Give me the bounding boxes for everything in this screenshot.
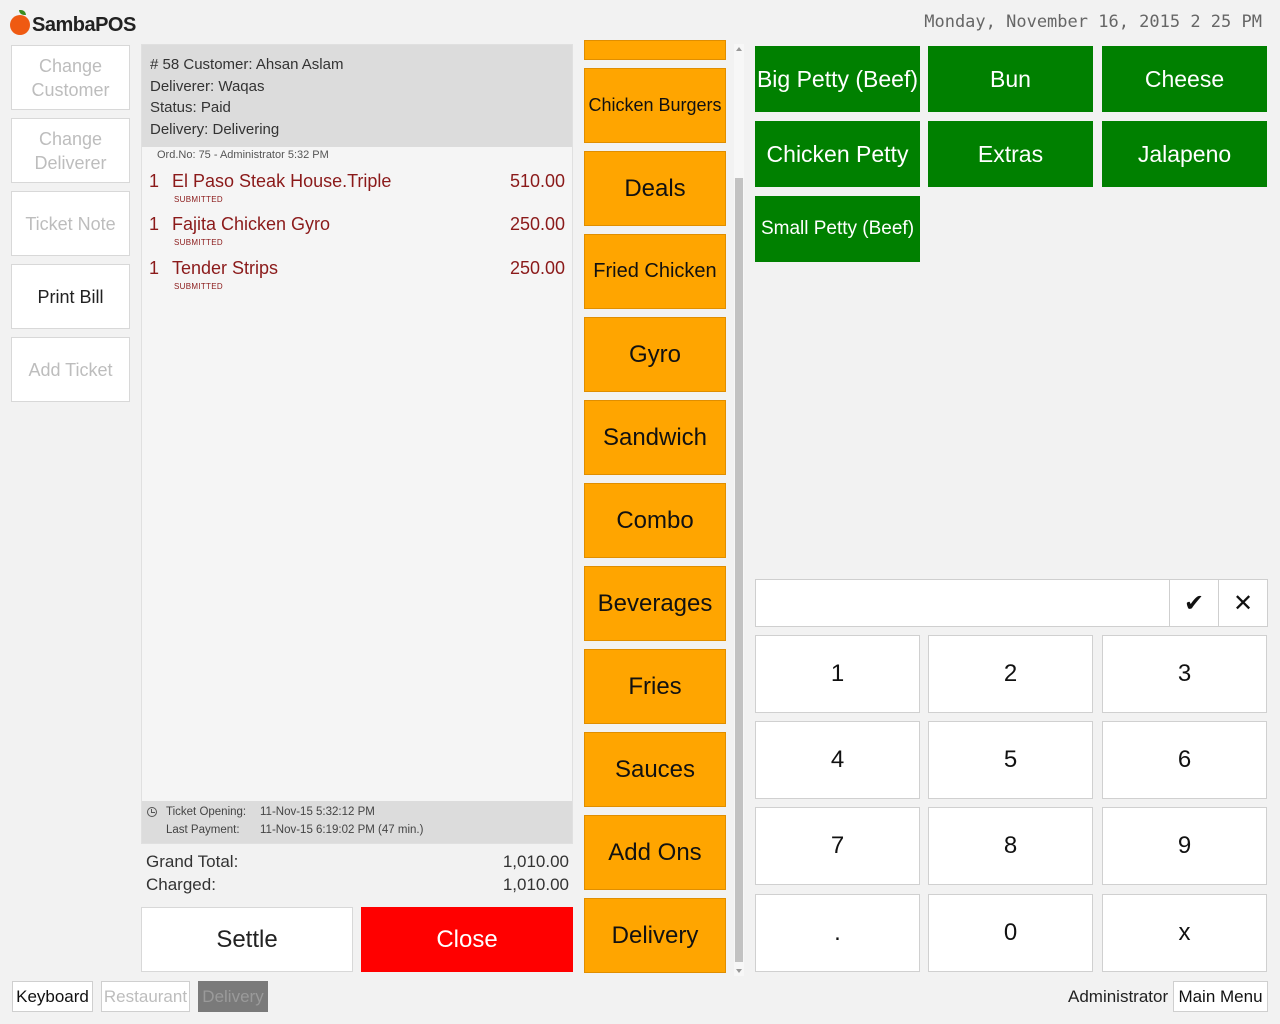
ticket-opening-value: 11-Nov-15 5:32:12 PM <box>260 806 375 818</box>
order-name: Fajita Chicken Gyro <box>172 214 331 234</box>
change-deliverer-button[interactable]: Change Deliverer <box>11 118 130 183</box>
sambapos-logo: SambaPOS <box>10 10 136 40</box>
ticket-totals: Grand Total: 1,010.00 Charged: 1,010.00 <box>146 852 569 898</box>
ticket-opening-label: Ticket Opening: <box>166 806 247 818</box>
category-sauces[interactable]: Sauces <box>584 732 726 807</box>
category-button-partial[interactable] <box>584 40 726 60</box>
last-payment-label: Last Payment: <box>166 824 240 836</box>
numpad-key-3[interactable]: 3 <box>1102 635 1267 713</box>
product-big-petty-beef[interactable]: Big Petty (Beef) <box>755 46 920 112</box>
order-status: SUBMITTED <box>174 195 223 204</box>
order-name: Tender Strips <box>172 258 279 278</box>
apple-logo-icon <box>10 10 30 35</box>
charged-value: 1,010.00 <box>502 875 569 894</box>
category-fries[interactable]: Fries <box>584 649 726 724</box>
ticket-footer: Ticket Opening: 11-Nov-15 5:32:12 PM Las… <box>142 801 572 843</box>
product-extras[interactable]: Extras <box>928 121 1093 187</box>
category-delivery[interactable]: Delivery <box>584 898 726 973</box>
ticket-header[interactable]: # 58 Customer: Ahsan Aslam Deliverer: Wa… <box>142 45 572 147</box>
product-small-petty-beef[interactable]: Small Petty (Beef) <box>755 196 920 262</box>
order-name: El Paso Steak House.Triple <box>172 171 392 191</box>
category-gyro[interactable]: Gyro <box>584 317 726 392</box>
grand-total-label: Grand Total: <box>146 852 239 871</box>
print-bill-button[interactable]: Print Bill <box>11 264 130 329</box>
ticket-deliverer: Deliverer: Waqas <box>150 77 265 95</box>
scroll-down-icon[interactable] <box>736 969 742 973</box>
order-price: 510.00 <box>509 171 565 191</box>
logo-text: SambaPOS <box>32 13 136 36</box>
product-chicken-petty[interactable]: Chicken Petty <box>755 121 920 187</box>
clear-close-icon[interactable]: ✕ <box>1218 579 1268 627</box>
category-fried-chicken[interactable]: Fried Chicken <box>584 234 726 309</box>
numpad-key-x[interactable]: x <box>1102 894 1267 972</box>
numpad-key-2[interactable]: 2 <box>928 635 1093 713</box>
change-customer-button[interactable]: Change Customer <box>11 45 130 110</box>
category-add-ons[interactable]: Add Ons <box>584 815 726 890</box>
clock-icon <box>147 807 157 817</box>
order-status: SUBMITTED <box>174 282 223 291</box>
order-status: SUBMITTED <box>174 238 223 247</box>
close-button[interactable]: Close <box>361 907 573 972</box>
numpad-input[interactable] <box>755 579 1170 627</box>
category-scrollbar[interactable] <box>734 44 744 976</box>
order-price: 250.00 <box>509 258 565 278</box>
order-qty: 1 <box>149 214 160 234</box>
scrollbar-thumb[interactable] <box>735 178 743 962</box>
numpad-key-8[interactable]: 8 <box>928 807 1093 885</box>
category-sandwich[interactable]: Sandwich <box>584 400 726 475</box>
ticket-status: Status: Paid <box>150 99 231 116</box>
numpad-key-1[interactable]: 1 <box>755 635 920 713</box>
add-ticket-button[interactable]: Add Ticket <box>11 337 130 402</box>
order-price: 250.00 <box>509 214 565 234</box>
numpad-key-6[interactable]: 6 <box>1102 721 1267 799</box>
restaurant-button[interactable]: Restaurant <box>101 981 190 1012</box>
ticket-note-button[interactable]: Ticket Note <box>11 191 130 256</box>
category-deals[interactable]: Deals <box>584 151 726 226</box>
product-jalapeno[interactable]: Jalapeno <box>1102 121 1267 187</box>
settle-button[interactable]: Settle <box>141 907 353 972</box>
ticket-customer: # 58 Customer: Ahsan Aslam <box>150 56 344 73</box>
current-datetime: Monday, November 16, 2015 2 25 PM <box>924 12 1262 32</box>
order-line[interactable]: 1 Fajita Chicken Gyro 250.00 SUBMITTED <box>142 214 572 254</box>
scroll-up-icon[interactable] <box>736 47 742 51</box>
category-chicken-burgers[interactable]: Chicken Burgers <box>584 68 726 143</box>
numpad-key-0[interactable]: 0 <box>928 894 1093 972</box>
product-cheese[interactable]: Cheese <box>1102 46 1267 112</box>
order-meta: Ord.No: 75 - Administrator 5:32 PM <box>157 149 329 161</box>
numpad-key-4[interactable]: 4 <box>755 721 920 799</box>
order-line[interactable]: 1 Tender Strips 250.00 SUBMITTED <box>142 258 572 298</box>
ticket-panel: # 58 Customer: Ahsan Aslam Deliverer: Wa… <box>141 44 573 844</box>
main-menu-button[interactable]: Main Menu <box>1173 981 1268 1012</box>
numpad-key-9[interactable]: 9 <box>1102 807 1267 885</box>
numpad-key-5[interactable]: 5 <box>928 721 1093 799</box>
numpad-key-7[interactable]: 7 <box>755 807 920 885</box>
current-user: Administrator <box>1068 987 1169 1006</box>
delivery-button[interactable]: Delivery <box>198 981 268 1012</box>
keyboard-button[interactable]: Keyboard <box>12 981 93 1012</box>
confirm-check-icon[interactable]: ✔ <box>1169 579 1219 627</box>
category-combo[interactable]: Combo <box>584 483 726 558</box>
order-line[interactable]: 1 El Paso Steak House.Triple 510.00 SUBM… <box>142 171 572 211</box>
charged-label: Charged: <box>146 875 216 894</box>
order-qty: 1 <box>149 171 160 191</box>
order-qty: 1 <box>149 258 160 278</box>
product-bun[interactable]: Bun <box>928 46 1093 112</box>
last-payment-value: 11-Nov-15 6:19:02 PM (47 min.) <box>260 824 424 836</box>
category-beverages[interactable]: Beverages <box>584 566 726 641</box>
grand-total-value: 1,010.00 <box>502 852 569 871</box>
ticket-delivery-state: Delivery: Delivering <box>150 120 280 138</box>
numpad-key-dot[interactable]: . <box>755 894 920 972</box>
